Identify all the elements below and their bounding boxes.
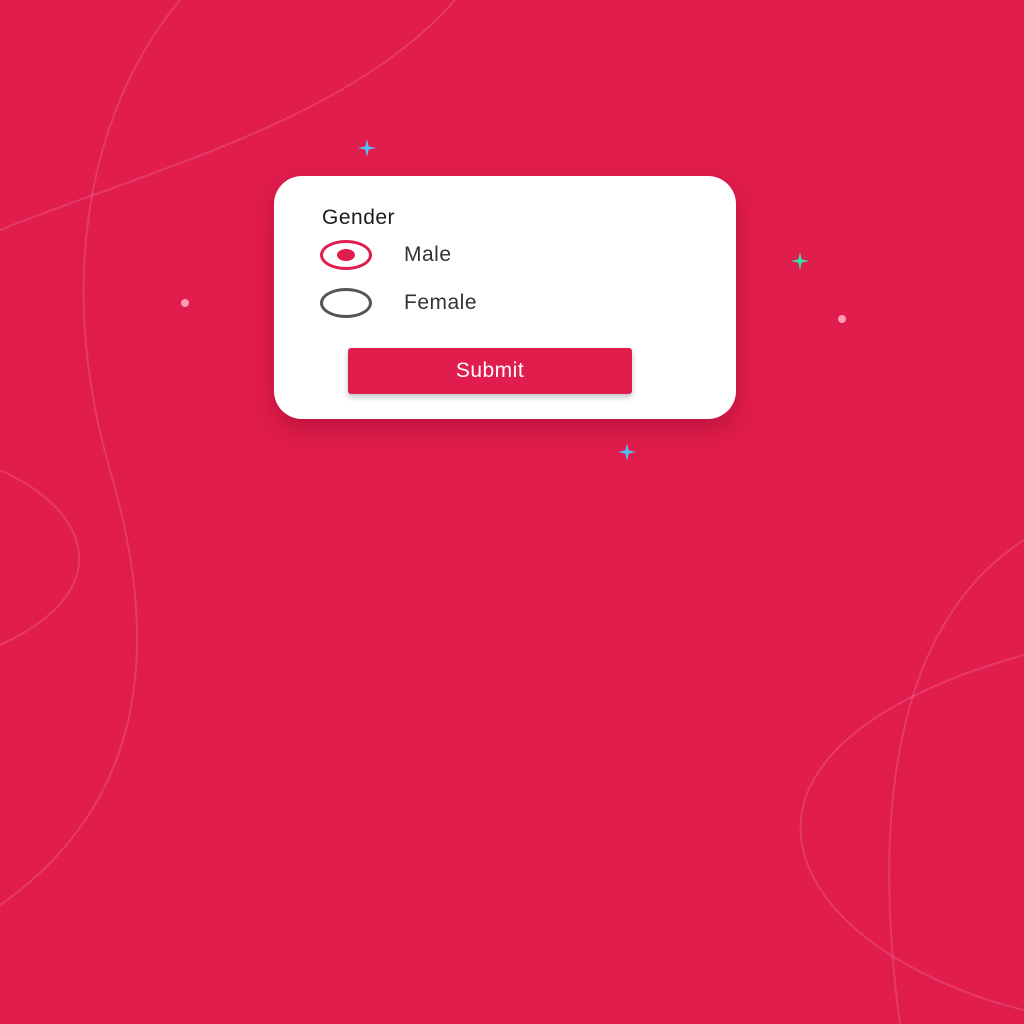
submit-button[interactable]: Submit — [348, 348, 632, 394]
decor-dot — [181, 299, 189, 307]
background-curves — [0, 0, 1024, 1024]
screen: Gender Male Female Submit — [0, 0, 1024, 1024]
gender-label: Gender — [322, 206, 396, 229]
radio-option-female[interactable]: Female — [320, 288, 477, 318]
radio-button-male[interactable] — [320, 240, 372, 270]
sparkle-icon — [358, 139, 376, 157]
radio-label-male: Male — [404, 243, 452, 266]
sparkle-icon — [791, 252, 809, 270]
sparkle-icon — [618, 443, 636, 461]
radio-button-female[interactable] — [320, 288, 372, 318]
decor-dot — [838, 315, 846, 323]
radio-option-male[interactable]: Male — [320, 240, 452, 270]
radio-label-female: Female — [404, 291, 478, 314]
gender-form-card: Gender Male Female Submit — [274, 176, 736, 419]
